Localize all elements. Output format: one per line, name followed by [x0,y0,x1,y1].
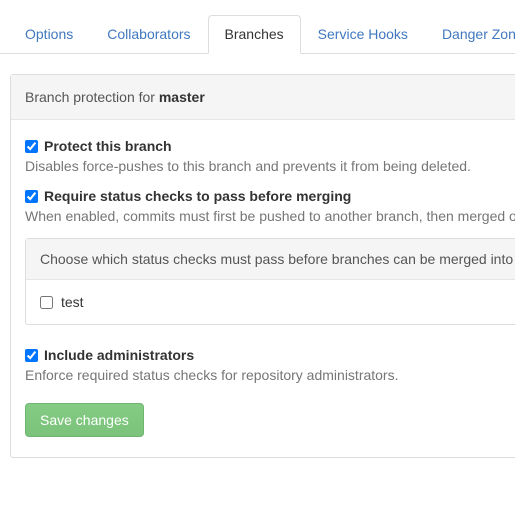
panel-header-prefix: Branch protection for [25,89,159,105]
tab-danger-zone[interactable]: Danger Zone [425,15,515,54]
protect-branch-checkbox[interactable] [25,140,38,153]
protect-branch-desc: Disables force-pushes to this branch and… [25,158,515,174]
status-check-test-checkbox[interactable] [40,296,53,309]
status-check-test-label: test [61,294,84,310]
panel-header: Branch protection for master [11,75,515,120]
require-checks-label: Require status checks to pass before mer… [44,188,351,204]
status-checks-box: Choose which status checks must pass bef… [25,238,515,325]
panel-body: Protect this branch Disables force-pushe… [11,120,515,457]
tab-service-hooks[interactable]: Service Hooks [301,15,425,54]
require-checks-checkbox[interactable] [25,190,38,203]
include-admins-row: Include administrators [25,347,515,363]
branch-protection-panel: Branch protection for master Protect thi… [10,74,515,458]
protect-branch-row: Protect this branch [25,138,515,154]
require-checks-row: Require status checks to pass before mer… [25,188,515,204]
protect-branch-label: Protect this branch [44,138,172,154]
include-admins-label: Include administrators [44,347,194,363]
settings-tabs: Options Collaborators Branches Service H… [0,0,515,54]
tab-options[interactable]: Options [8,15,90,54]
status-checks-header: Choose which status checks must pass bef… [26,239,515,280]
tab-branches[interactable]: Branches [208,15,301,54]
include-admins-checkbox[interactable] [25,349,38,362]
require-checks-desc: When enabled, commits must first be push… [25,208,515,224]
include-admins-desc: Enforce required status checks for repos… [25,367,515,383]
status-check-item: test [40,294,515,310]
branch-name: master [159,89,205,105]
tab-collaborators[interactable]: Collaborators [90,15,207,54]
status-checks-body: test [26,280,515,324]
save-button[interactable]: Save changes [25,403,144,437]
